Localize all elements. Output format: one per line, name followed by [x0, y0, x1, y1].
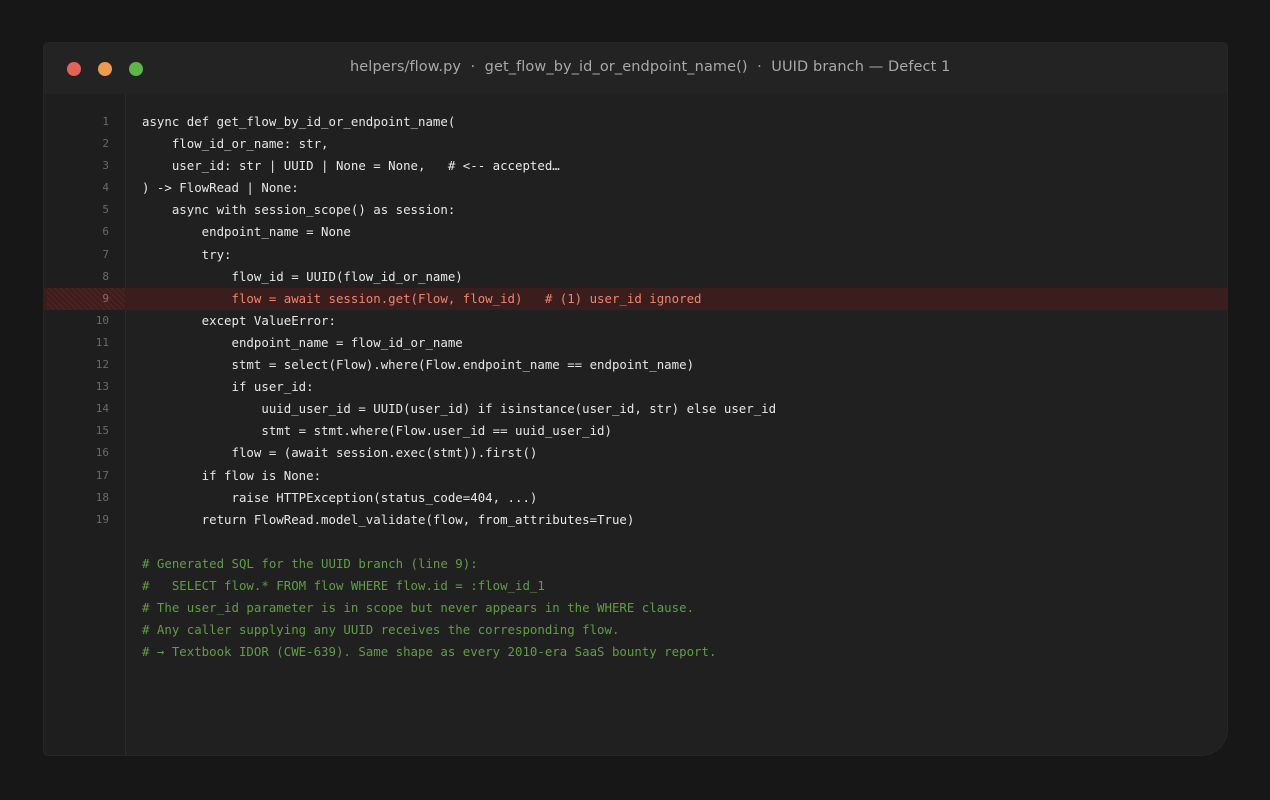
code-text: return FlowRead.model_validate(flow, fro… — [142, 511, 635, 527]
code-text: if flow is None: — [142, 467, 322, 483]
editor-window: helpers/flow.py · get_flow_by_id_or_endp… — [44, 43, 1227, 755]
code-text: except ValueError: — [142, 312, 336, 328]
window-title: helpers/flow.py · get_flow_by_id_or_endp… — [350, 59, 951, 75]
code-text: user_id: str | UUID | None = None, # <--… — [142, 158, 560, 174]
line-number: 6 — [102, 225, 109, 239]
title-bar: helpers/flow.py · get_flow_by_id_or_endp… — [44, 43, 1227, 94]
code-line: 15 stmt = stmt.where(Flow.user_id == uui… — [44, 420, 1227, 442]
code-line: 5 async with session_scope() as session: — [44, 199, 1227, 221]
line-number: 13 — [95, 380, 109, 394]
code-text: ) -> FlowRead | None: — [142, 180, 299, 196]
code-text: uuid_user_id = UUID(user_id) if isinstan… — [142, 401, 777, 417]
code-line: 17 if flow is None: — [44, 465, 1227, 487]
line-number: 4 — [102, 181, 109, 195]
code-text: raise HTTPException(status_code=404, ...… — [142, 489, 538, 505]
line-number: 14 — [95, 402, 109, 416]
line-number: 3 — [102, 159, 109, 173]
line-number: 15 — [95, 424, 109, 438]
code-line: 11 endpoint_name = flow_id_or_name — [44, 332, 1227, 354]
code-text: endpoint_name = None — [142, 224, 351, 240]
line-number: 9 — [102, 291, 109, 305]
comment-line: # → Textbook IDOR (CWE-639). Same shape … — [142, 644, 717, 660]
comment-line: # Any caller supplying any UUID receives… — [142, 622, 620, 638]
code-text: flow = await session.get(Flow, flow_id) … — [142, 290, 702, 306]
line-number: 7 — [102, 247, 109, 261]
close-window-button[interactable] — [67, 62, 81, 76]
code-text: flow_id = UUID(flow_id_or_name) — [142, 268, 463, 284]
code-editor[interactable]: 1 async def get_flow_by_id_or_endpoint_na… — [44, 111, 1227, 531]
code-line: 13 if user_id: — [44, 376, 1227, 398]
line-number: 1 — [102, 115, 109, 128]
code-line: 8 flow_id = UUID(flow_id_or_name) — [44, 266, 1227, 288]
comment-block: # Generated SQL for the UUID branch (lin… — [142, 553, 716, 663]
code-line: 10 except ValueError: — [44, 310, 1227, 332]
code-text: endpoint_name = flow_id_or_name — [142, 334, 463, 350]
code-text: flow = (await session.exec(stmt)).first(… — [142, 445, 538, 461]
code-line: 14 uuid_user_id = UUID(user_id) if isins… — [44, 398, 1227, 420]
line-number: 10 — [95, 313, 109, 327]
minimize-window-button[interactable] — [98, 62, 112, 76]
code-text: async with session_scope() as session: — [142, 202, 456, 218]
line-number: 8 — [102, 269, 109, 283]
line-number: 16 — [95, 446, 109, 460]
code-text: async def get_flow_by_id_or_endpoint_nam… — [142, 114, 456, 129]
highlighted-code-line: 9 flow = await session.get(Flow, flow_id… — [44, 287, 1227, 310]
comment-line: # The user_id parameter is in scope but … — [142, 600, 695, 616]
code-line: 18 raise HTTPException(status_code=404, … — [44, 487, 1227, 509]
line-number: 5 — [102, 203, 109, 217]
code-line: 16 flow = (await session.exec(stmt)).fir… — [44, 442, 1227, 464]
code-line: 12 stmt = select(Flow).where(Flow.endpoi… — [44, 354, 1227, 376]
maximize-window-button[interactable] — [129, 62, 143, 76]
code-line: 3 user_id: str | UUID | None = None, # <… — [44, 155, 1227, 177]
line-number: 17 — [95, 468, 109, 482]
line-number: 19 — [95, 512, 109, 526]
code-text: stmt = stmt.where(Flow.user_id == uuid_u… — [142, 423, 612, 439]
code-line: 6 endpoint_name = None — [44, 221, 1227, 243]
comment-line: # Generated SQL for the UUID branch (lin… — [142, 556, 478, 571]
code-line: 19 return FlowRead.model_validate(flow, … — [44, 509, 1227, 531]
line-number: 12 — [95, 358, 109, 372]
code-text: flow_id_or_name: str, — [142, 136, 329, 152]
code-text: if user_id: — [142, 379, 314, 395]
code-text: stmt = select(Flow).where(Flow.endpoint_… — [142, 357, 695, 373]
line-number: 2 — [102, 137, 109, 151]
code-text: try: — [142, 246, 232, 262]
comment-line: # SELECT flow.* FROM flow WHERE flow.id … — [142, 578, 545, 594]
code-line: 1 async def get_flow_by_id_or_endpoint_na… — [44, 111, 1227, 133]
line-number: 11 — [95, 335, 109, 349]
line-number: 18 — [95, 490, 109, 504]
code-line: 4 ) -> FlowRead | None: — [44, 177, 1227, 199]
code-line: 2 flow_id_or_name: str, — [44, 133, 1227, 155]
code-line: 7 try: — [44, 244, 1227, 266]
